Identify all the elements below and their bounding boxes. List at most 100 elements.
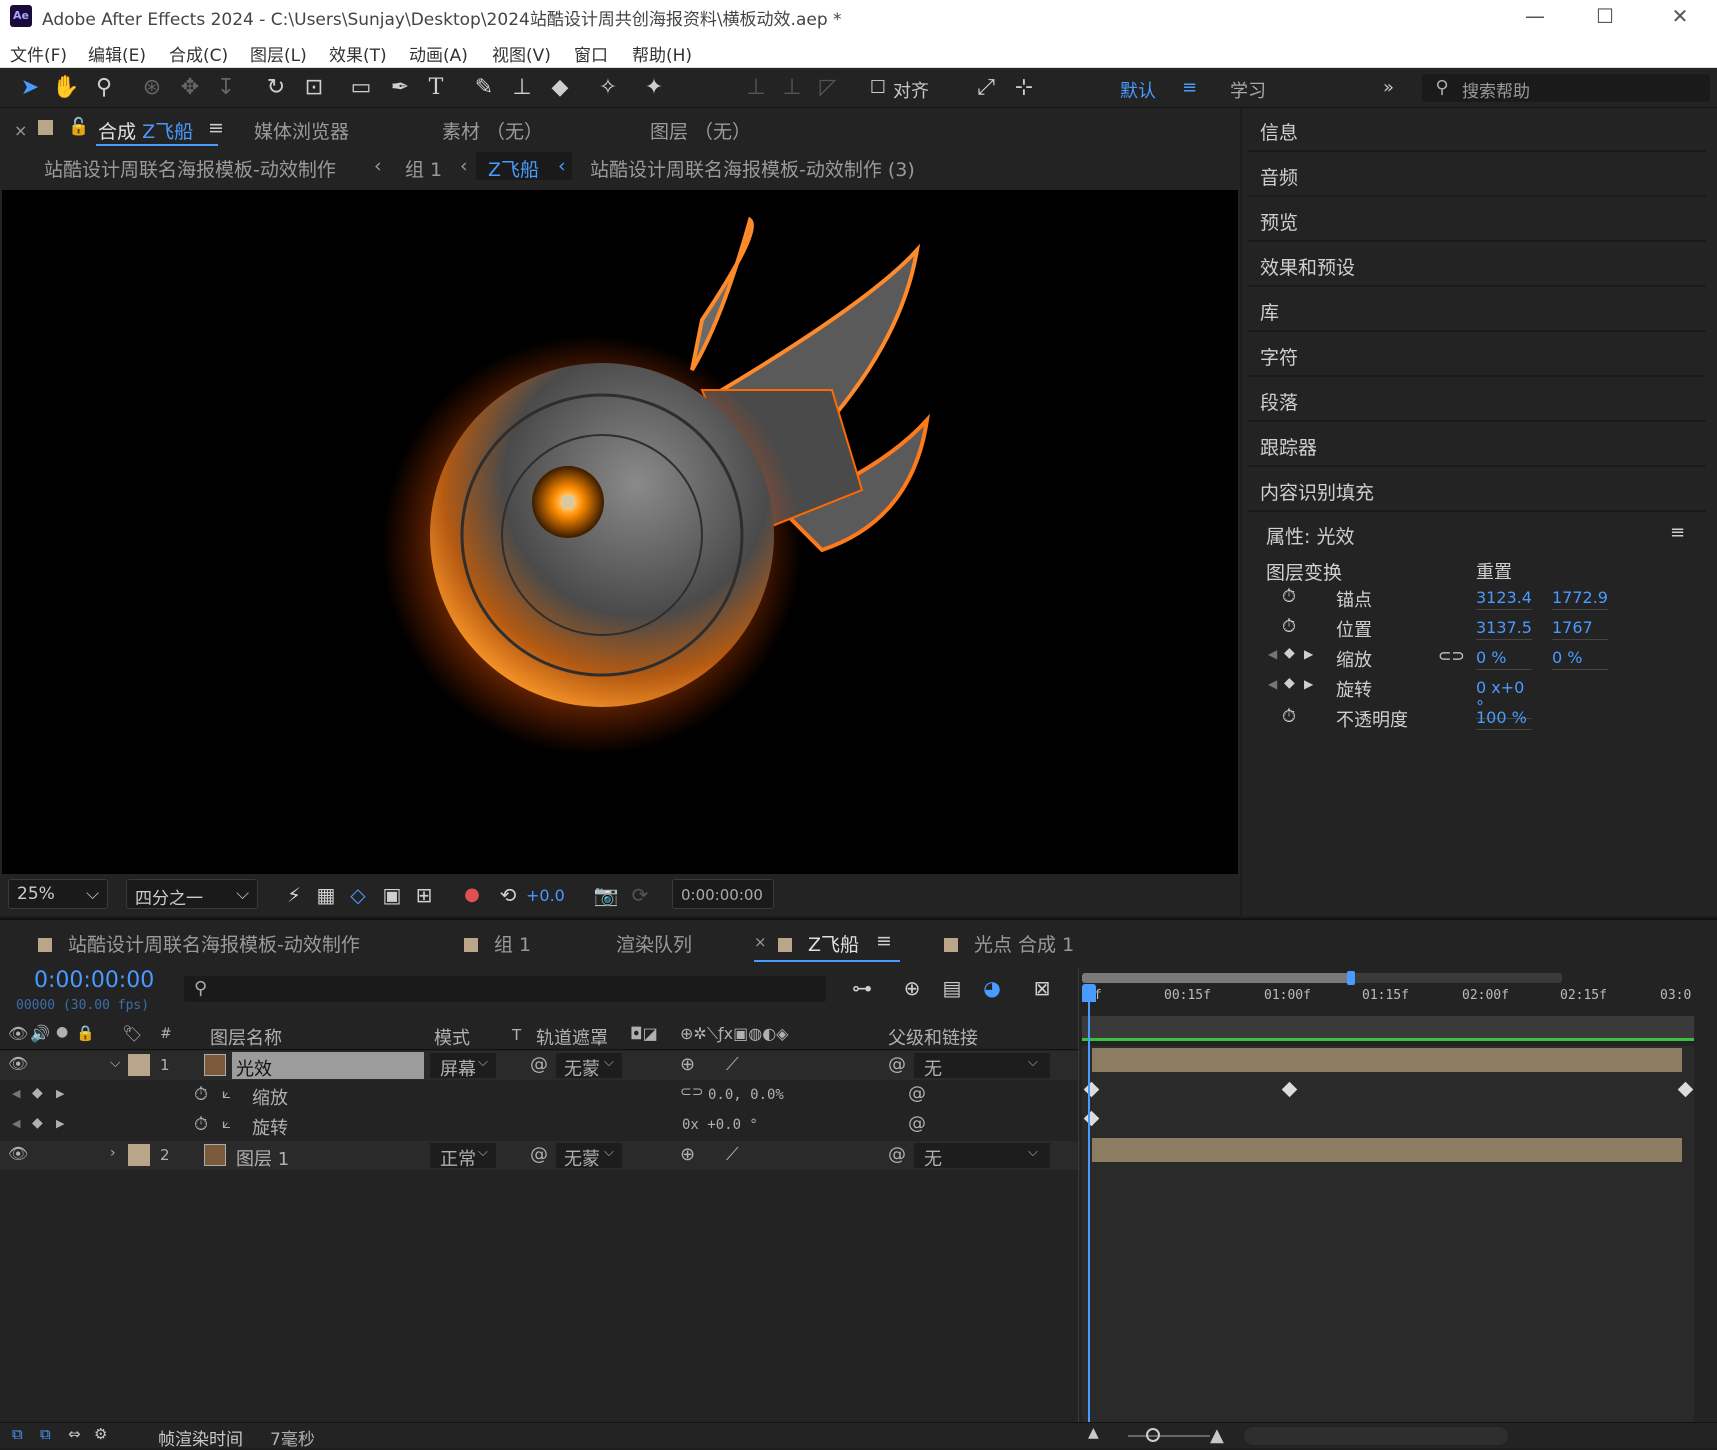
- composition-viewer[interactable]: [2, 190, 1238, 874]
- keyframe-diamond-icon[interactable]: ◆: [1284, 675, 1295, 691]
- current-timecode[interactable]: 0:00:00:00: [34, 968, 154, 993]
- breadcrumb-group[interactable]: 组 1: [405, 155, 442, 182]
- rectangle-tool-icon[interactable]: ▭: [347, 74, 375, 102]
- stopwatch-icon[interactable]: ⏱: [1282, 706, 1296, 727]
- transparency-grid-icon[interactable]: ▦: [312, 881, 340, 909]
- opacity-value[interactable]: 100 %: [1476, 708, 1532, 730]
- next-keyframe-icon[interactable]: ▶: [56, 1087, 64, 1100]
- breadcrumb-zship[interactable]: Z飞船: [488, 155, 539, 182]
- type-tool-icon[interactable]: T: [422, 74, 450, 102]
- anchor-x[interactable]: 3123.4: [1476, 588, 1532, 610]
- parent-pickwhip-icon[interactable]: @: [888, 1144, 906, 1165]
- comp-tab-close-icon[interactable]: ×: [14, 121, 27, 140]
- prev-keyframe-icon[interactable]: ◀: [12, 1087, 20, 1100]
- expression-pickwhip-icon[interactable]: @: [908, 1113, 926, 1134]
- tl-tab-menu-icon[interactable]: ≡: [876, 930, 892, 952]
- expression-pickwhip-icon[interactable]: @: [908, 1083, 926, 1104]
- panel-audio[interactable]: 音频: [1248, 153, 1706, 197]
- anchor-y[interactable]: 1772.9: [1552, 588, 1608, 610]
- keyframe-diamond-icon[interactable]: ◆: [32, 1085, 43, 1101]
- menu-layer[interactable]: 图层(L): [250, 41, 307, 66]
- maximize-button[interactable]: ☐: [1570, 0, 1640, 34]
- layer-bar-2[interactable]: [1092, 1138, 1682, 1162]
- pen-tool-icon[interactable]: ✒: [386, 74, 414, 102]
- matte-pickwhip-icon[interactable]: @: [530, 1054, 548, 1075]
- viewer-timecode[interactable]: 0:00:00:00: [672, 879, 774, 909]
- layer-name[interactable]: 图层 1: [236, 1145, 289, 1171]
- visibility-eye-icon[interactable]: 👁: [8, 1054, 28, 1073]
- work-area-end-handle[interactable]: [1346, 971, 1355, 985]
- hand-tool-icon[interactable]: ✋: [52, 74, 80, 102]
- stopwatch-icon[interactable]: ⏱: [1282, 616, 1296, 637]
- menu-edit[interactable]: 编辑(E): [88, 41, 146, 66]
- scale-y[interactable]: 0 %: [1552, 648, 1608, 670]
- prop-row-scale[interactable]: ◀ ◆ ▶ ⏱ ⟀ 缩放 ⊂⊃ 0.0, 0.0% @: [0, 1081, 1080, 1110]
- channels-icon[interactable]: ●: [458, 881, 486, 909]
- pan-behind-icon[interactable]: ⊡: [300, 74, 328, 102]
- comp-tab-menu-icon[interactable]: ≡: [208, 117, 224, 139]
- grid-guides-icon[interactable]: ⊞: [410, 881, 438, 909]
- quality-switch-icon[interactable]: ⟋: [726, 1144, 739, 1165]
- menu-effect[interactable]: 效果(T): [329, 41, 387, 66]
- search-help-field[interactable]: ⚲ 搜索帮助: [1422, 74, 1710, 102]
- quality-switch-icon[interactable]: ⟋: [726, 1054, 739, 1075]
- timeline-scrollbar[interactable]: [1696, 1016, 1716, 1422]
- exposure-value[interactable]: +0.0: [526, 886, 565, 905]
- layer-row-1[interactable]: 👁 ⌵ 1 光效 屏幕 ⌵ @ 无蒙 ⌵ ⊕ ⟋ @ 无 ⌵: [0, 1051, 1080, 1080]
- work-area-bar[interactable]: [1082, 973, 1351, 983]
- keyframe-scale-1[interactable]: [1281, 1081, 1298, 1098]
- more-workspaces-icon[interactable]: »: [1383, 77, 1394, 98]
- prop-row-rotation[interactable]: ◀ ◆ ▶ ⏱ ⟀ 旋转 0x +0.0 ° @: [0, 1111, 1080, 1140]
- constrain-link-icon[interactable]: ⊂⊃: [1438, 646, 1465, 665]
- brush-tool-icon[interactable]: ✎: [470, 74, 498, 102]
- menu-animation[interactable]: 动画(A): [409, 41, 468, 66]
- align-checkbox[interactable]: ☐: [864, 74, 892, 102]
- transfer-controls-icon[interactable]: ⧉: [40, 1425, 51, 1443]
- motion-blur-icon[interactable]: ◕: [978, 974, 1006, 1002]
- layer-row-2[interactable]: 👁 › 2 图层 1 正常 ⌵ @ 无蒙 ⌵ ⊕ ⟋ @ 无 ⌵: [0, 1141, 1080, 1170]
- workspace-menu-icon[interactable]: ≡: [1182, 77, 1197, 98]
- zoom-slider-thumb[interactable]: [1146, 1428, 1160, 1442]
- tl-tab-group[interactable]: 组 1: [464, 930, 531, 957]
- tl-tab-zship[interactable]: Z飞船: [778, 930, 859, 957]
- snapshot-camera-icon[interactable]: 📷: [592, 881, 620, 909]
- layer-color-label[interactable]: [128, 1054, 150, 1076]
- playhead-line[interactable]: [1088, 988, 1090, 1422]
- tab-footage[interactable]: 素材 （无）: [442, 117, 543, 144]
- world-axis-icon[interactable]: ⊥: [778, 74, 806, 102]
- lock-icon[interactable]: 🔓: [68, 117, 89, 137]
- stopwatch-icon[interactable]: ⏱: [1282, 586, 1296, 607]
- constrain-link-icon[interactable]: ⊂⊃: [680, 1084, 703, 1100]
- expand-chevron-icon[interactable]: ›: [110, 1145, 116, 1161]
- tl-tab-render-queue[interactable]: 渲染队列: [616, 930, 692, 957]
- mask-path-icon[interactable]: ◇: [344, 881, 372, 909]
- layer-bar-1[interactable]: [1092, 1048, 1682, 1072]
- panel-paragraph[interactable]: 段落: [1248, 378, 1706, 422]
- in-out-toggle-icon[interactable]: ⇔: [68, 1425, 81, 1443]
- position-x[interactable]: 3137.5: [1476, 618, 1532, 640]
- position-y[interactable]: 1767: [1552, 618, 1608, 640]
- shy-layers-icon[interactable]: ⊕: [898, 974, 926, 1002]
- workspace-default[interactable]: 默认: [1120, 77, 1156, 103]
- pan-camera-icon[interactable]: ✥: [176, 74, 204, 102]
- prev-keyframe-icon[interactable]: ◀: [1268, 647, 1277, 661]
- graph-icon[interactable]: ⟀: [222, 1084, 231, 1102]
- selection-tool-icon[interactable]: ➤: [16, 74, 44, 102]
- rotation-tool-icon[interactable]: ↻: [262, 74, 290, 102]
- panel-character[interactable]: 字符: [1248, 333, 1706, 377]
- snap-icon[interactable]: ⤢: [972, 74, 1000, 102]
- roto-brush-icon[interactable]: ✧: [594, 74, 622, 102]
- close-button[interactable]: ✕: [1645, 0, 1715, 34]
- panel-effects-presets[interactable]: 效果和预设: [1248, 243, 1706, 287]
- menu-file[interactable]: 文件(F): [10, 41, 67, 66]
- tab-media-browser[interactable]: 媒体浏览器: [254, 117, 349, 144]
- layer-name[interactable]: 光效: [236, 1055, 272, 1081]
- prop-scale-value[interactable]: 0.0, 0.0%: [708, 1087, 784, 1103]
- breadcrumb-poster[interactable]: 站酷设计周联名海报模板-动效制作: [44, 155, 336, 182]
- tl-tab-light-comp[interactable]: 光点 合成 1: [944, 930, 1074, 957]
- frame-blending-icon[interactable]: ▤: [938, 974, 966, 1002]
- orbit-camera-icon[interactable]: ⊛: [138, 74, 166, 102]
- minimize-button[interactable]: —: [1500, 0, 1570, 34]
- timeline-graph[interactable]: [1082, 1046, 1694, 1422]
- menu-composition[interactable]: 合成(C): [169, 41, 228, 66]
